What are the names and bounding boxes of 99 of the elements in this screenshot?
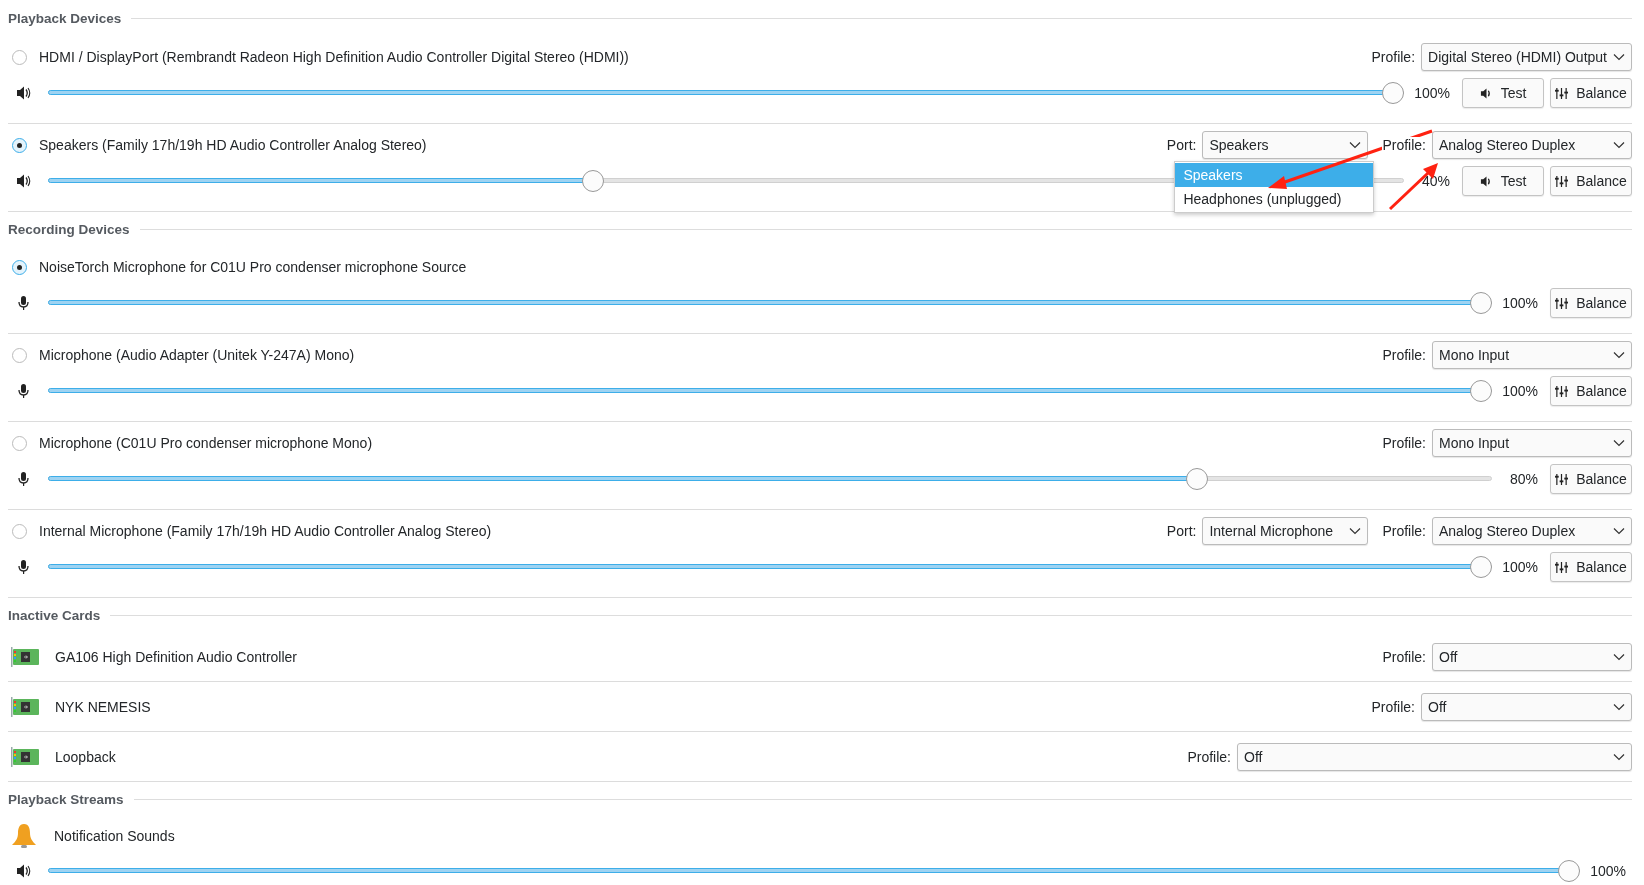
sound-card-icon [11, 695, 39, 718]
speaker-icon [16, 85, 32, 101]
volume-slider[interactable] [48, 82, 1404, 104]
sliders-icon [1555, 472, 1569, 486]
chevron-icon [1613, 439, 1625, 447]
test-button[interactable]: Test [1462, 78, 1544, 108]
balance-button[interactable]: Balance [1550, 376, 1632, 406]
volume-percent: 40% [1420, 173, 1450, 189]
microphone-icon [16, 559, 32, 575]
device-name: Microphone (C01U Pro condenser microphone Mono) [39, 435, 373, 451]
volume-percent: 80% [1508, 471, 1538, 487]
balance-button[interactable]: Balance [1550, 78, 1632, 108]
device-name: Speakers (Family 17h/19h HD Audio Controller Analog Stereo) [39, 137, 427, 153]
microphone-icon [16, 383, 32, 399]
volume-slider[interactable] [48, 292, 1492, 314]
card-name: NYK NEMESIS [55, 698, 151, 715]
bell-icon [10, 822, 38, 850]
chevron-icon [1349, 141, 1362, 149]
port-dropdown[interactable]: Internal Microphone [1202, 517, 1369, 545]
balance-button[interactable]: Balance [1550, 288, 1632, 318]
profile-dropdown[interactable]: Analog Stereo Duplex [1432, 517, 1632, 545]
chevron-icon [1613, 351, 1625, 359]
port-dropdown[interactable]: Speakers [1202, 131, 1369, 159]
speaker-icon [1479, 86, 1493, 100]
radio-button[interactable] [12, 259, 27, 275]
sliders-icon [1555, 174, 1569, 188]
card-name: Loopback [55, 748, 116, 765]
slider-handle[interactable] [1470, 556, 1492, 578]
volume-percent: 100% [1501, 383, 1538, 399]
volume-percent: 100% [1501, 559, 1538, 575]
profile-label: Profile: [1382, 435, 1426, 451]
speaker-icon [16, 173, 32, 189]
balance-button[interactable]: Balance [1550, 464, 1632, 494]
profile-dropdown[interactable]: Off [1237, 742, 1632, 771]
slider-handle[interactable] [1382, 82, 1404, 104]
balance-button[interactable]: Balance [1550, 166, 1632, 196]
radio-button[interactable] [12, 523, 27, 539]
section-title: Playback Streams [8, 791, 124, 807]
profile-label: Profile: [1382, 137, 1426, 153]
volume-slider[interactable] [48, 556, 1492, 578]
profile-label: Profile: [1187, 748, 1231, 765]
volume-percent: 100% [1589, 863, 1626, 879]
profile-label: Profile: [1371, 49, 1416, 65]
profile-dropdown[interactable]: Digital Stereo (HDMI) Output [1421, 43, 1632, 71]
profile-dropdown[interactable]: Mono Input [1432, 429, 1632, 457]
profile-dropdown[interactable]: Off [1421, 692, 1632, 721]
radio-button[interactable] [12, 347, 27, 363]
radio-button[interactable] [12, 435, 27, 451]
chevron-icon [1349, 527, 1362, 535]
port-label: Port: [1166, 523, 1197, 539]
device-name: NoiseTorch Microphone for C01U Pro condenser microphone Source [39, 259, 467, 275]
profile-label: Profile: [1382, 648, 1426, 665]
radio-button[interactable] [12, 49, 27, 65]
slider-handle[interactable] [1185, 468, 1208, 490]
device-name: Internal Microphone (Family 17h/19h HD Audio Controller Analog Stereo) [39, 523, 492, 539]
stream-name: Notification Sounds [54, 828, 175, 844]
chevron-icon [1613, 527, 1625, 535]
volume-slider[interactable] [48, 860, 1580, 882]
profile-label: Profile: [1382, 347, 1426, 363]
section-title: Playback Devices [8, 10, 122, 26]
balance-button[interactable]: Balance [1550, 552, 1632, 582]
test-button[interactable]: Test [1462, 166, 1544, 196]
volume-slider[interactable] [48, 468, 1492, 490]
profile-label: Profile: [1382, 523, 1426, 539]
slider-handle[interactable] [1558, 860, 1580, 882]
slider-handle[interactable] [581, 170, 604, 192]
profile-dropdown[interactable]: Off [1432, 642, 1632, 671]
chevron-icon [1613, 752, 1625, 761]
port-label: Port: [1166, 137, 1197, 153]
card-name: GA106 High Definition Audio Controller [55, 648, 298, 665]
volume-percent: 100% [1413, 85, 1450, 101]
sliders-icon [1555, 560, 1569, 574]
speaker-icon [1479, 174, 1493, 188]
radio-button[interactable] [12, 137, 27, 153]
volume-slider[interactable] [48, 170, 1404, 192]
chevron-icon [1613, 702, 1625, 711]
sound-card-icon [11, 745, 39, 768]
speaker-icon [16, 863, 32, 879]
microphone-icon [16, 295, 32, 311]
volume-slider[interactable] [48, 380, 1492, 402]
volume-percent: 100% [1501, 295, 1538, 311]
menu-item[interactable]: Headphones (unplugged) [1175, 187, 1374, 211]
profile-label: Profile: [1371, 698, 1415, 715]
slider-handle[interactable] [1470, 292, 1492, 314]
section-title: Inactive Cards [8, 607, 101, 623]
chevron-icon [1613, 141, 1625, 149]
profile-dropdown[interactable]: Mono Input [1432, 341, 1632, 369]
chevron-icon [1613, 652, 1625, 661]
device-name: Microphone (Audio Adapter (Unitek Y-247A) Mono) [39, 347, 355, 363]
section-title: Recording Devices [8, 221, 130, 237]
sliders-icon [1555, 296, 1569, 310]
sliders-icon [1555, 86, 1569, 100]
sliders-icon [1555, 384, 1569, 398]
sound-card-icon [11, 645, 39, 668]
slider-handle[interactable] [1470, 380, 1492, 402]
profile-dropdown[interactable]: Analog Stereo Duplex [1432, 131, 1632, 159]
device-name: HDMI / DisplayPort (Rembrandt Radeon High Definition Audio Controller Digital Stereo (HDMI)) [39, 49, 629, 65]
microphone-icon [16, 471, 32, 487]
chevron-icon [1613, 53, 1625, 61]
